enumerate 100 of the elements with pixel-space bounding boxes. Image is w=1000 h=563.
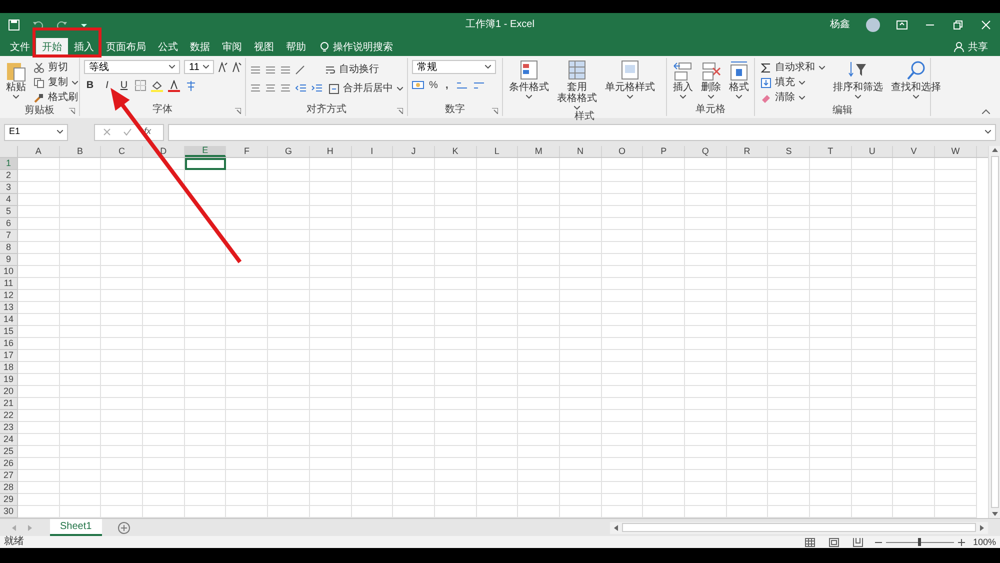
share-button[interactable]: 共享	[954, 38, 988, 56]
clear-button[interactable]: 清除	[759, 90, 827, 105]
row-header[interactable]: 30	[0, 506, 18, 518]
column-header[interactable]: A	[18, 146, 60, 157]
wrap-text-button[interactable]: 自动换行	[323, 62, 381, 77]
scroll-down-icon[interactable]	[992, 512, 998, 516]
italic-button[interactable]: I	[101, 78, 113, 93]
ribbon-tab[interactable]: 开始	[36, 38, 68, 56]
column-header[interactable]: N	[560, 146, 602, 157]
autosum-button[interactable]: 自动求和	[759, 60, 827, 75]
font-name-dropdown[interactable]: 等线	[84, 60, 180, 74]
row-header[interactable]: 11	[0, 278, 18, 290]
dialog-launcher-icon[interactable]	[235, 108, 241, 114]
active-cell[interactable]	[184, 158, 226, 170]
row-header[interactable]: 20	[0, 386, 18, 398]
ribbon-tab[interactable]: 数据	[184, 38, 216, 56]
column-header[interactable]: L	[476, 146, 518, 157]
dialog-launcher-icon[interactable]	[397, 108, 403, 114]
ribbon-tab[interactable]: 视图	[248, 38, 280, 56]
paste-button[interactable]: 粘贴	[4, 60, 28, 101]
insert-cells-button[interactable]: 插入	[671, 60, 695, 101]
row-header[interactable]: 13	[0, 302, 18, 314]
ribbon-tab[interactable]: 公式	[152, 38, 184, 56]
find-select-button[interactable]: 查找和选择	[889, 60, 943, 101]
column-header[interactable]: U	[852, 146, 894, 157]
row-header[interactable]: 2	[0, 170, 18, 182]
format-as-table-button[interactable]: 套用 表格格式	[555, 60, 599, 112]
cell-styles-button[interactable]: 单元格样式	[603, 60, 657, 101]
row-header[interactable]: 15	[0, 326, 18, 338]
name-box[interactable]: E1	[4, 124, 68, 140]
column-header[interactable]: V	[893, 146, 936, 157]
next-sheet-icon[interactable]	[28, 524, 32, 530]
ribbon-tab[interactable]: 插入	[68, 38, 100, 56]
dialog-launcher-icon[interactable]	[69, 108, 75, 114]
conditional-formatting-button[interactable]: 条件格式	[507, 60, 551, 101]
row-header[interactable]: 5	[0, 206, 18, 218]
column-header[interactable]: H	[310, 146, 352, 157]
ribbon-tab[interactable]: 页面布局	[100, 38, 152, 56]
ribbon-tab[interactable]: 审阅	[216, 38, 248, 56]
row-header[interactable]: 25	[0, 446, 18, 458]
sort-filter-button[interactable]: 排序和筛选	[831, 60, 885, 101]
zoom-slider-thumb[interactable]	[918, 538, 922, 546]
column-header[interactable]: S	[768, 146, 810, 157]
scroll-left-icon[interactable]	[614, 524, 618, 530]
zoom-slider[interactable]	[886, 537, 954, 547]
row-header[interactable]: 14	[0, 314, 18, 326]
row-header[interactable]: 21	[0, 398, 18, 410]
number-format-dropdown[interactable]: 常规	[412, 60, 496, 74]
underline-button[interactable]: U	[118, 78, 130, 93]
merge-center-button[interactable]: 合并后居中	[327, 81, 405, 96]
row-header[interactable]: 27	[0, 470, 18, 482]
row-header[interactable]: 23	[0, 422, 18, 434]
row-header[interactable]: 24	[0, 434, 18, 446]
column-header[interactable]: F	[226, 146, 268, 157]
row-header[interactable]: 12	[0, 290, 18, 302]
row-header[interactable]: 29	[0, 494, 18, 506]
column-header[interactable]: P	[643, 146, 685, 157]
page-break-icon[interactable]	[852, 538, 863, 546]
ribbon-tab[interactable]: 文件	[4, 38, 36, 56]
row-header[interactable]: 26	[0, 458, 18, 470]
format-painter-button[interactable]: 格式刷	[32, 90, 80, 105]
avatar[interactable]	[866, 18, 880, 32]
column-header[interactable]: G	[268, 146, 310, 157]
column-header[interactable]: E	[184, 146, 226, 157]
tell-me-search[interactable]: 操作说明搜索	[312, 38, 401, 56]
column-header[interactable]: W	[935, 146, 977, 157]
ribbon-tab[interactable]: 帮助	[280, 38, 312, 56]
row-header[interactable]: 18	[0, 362, 18, 374]
row-header[interactable]: 10	[0, 266, 18, 278]
scroll-up-icon[interactable]	[992, 148, 998, 152]
copy-button[interactable]: 复制	[32, 75, 80, 90]
delete-cells-button[interactable]: 删除	[699, 60, 723, 101]
column-header[interactable]: J	[393, 146, 435, 157]
row-header[interactable]: 3	[0, 182, 18, 194]
cut-button[interactable]: 剪切	[32, 60, 80, 75]
row-header[interactable]: 28	[0, 482, 18, 494]
previous-sheet-icon[interactable]	[12, 524, 16, 530]
row-header[interactable]: 9	[0, 254, 18, 266]
bold-button[interactable]: B	[84, 78, 96, 93]
column-header[interactable]: B	[60, 146, 102, 157]
comma-button[interactable]: ,	[442, 78, 451, 93]
percent-button[interactable]: %	[429, 78, 438, 93]
row-header[interactable]: 4	[0, 194, 18, 206]
vertical-scrollbar[interactable]	[988, 146, 1000, 518]
normal-view-icon[interactable]	[804, 538, 815, 546]
formula-input[interactable]	[168, 124, 996, 140]
column-header[interactable]: C	[101, 146, 144, 157]
column-header[interactable]: T	[810, 146, 852, 157]
fill-button[interactable]: 填充	[759, 75, 827, 90]
font-size-dropdown[interactable]: 11	[184, 60, 214, 74]
add-sheet-icon[interactable]	[118, 522, 130, 534]
scroll-right-icon[interactable]	[980, 524, 984, 530]
row-header[interactable]: 22	[0, 410, 18, 422]
row-header[interactable]: 1	[0, 158, 18, 170]
page-layout-icon[interactable]	[828, 538, 839, 546]
sheet-tab[interactable]: Sheet1	[50, 519, 102, 536]
format-cells-button[interactable]: 格式	[727, 60, 751, 101]
row-header[interactable]: 19	[0, 374, 18, 386]
column-header[interactable]: I	[352, 146, 394, 157]
column-header[interactable]: O	[602, 146, 644, 157]
